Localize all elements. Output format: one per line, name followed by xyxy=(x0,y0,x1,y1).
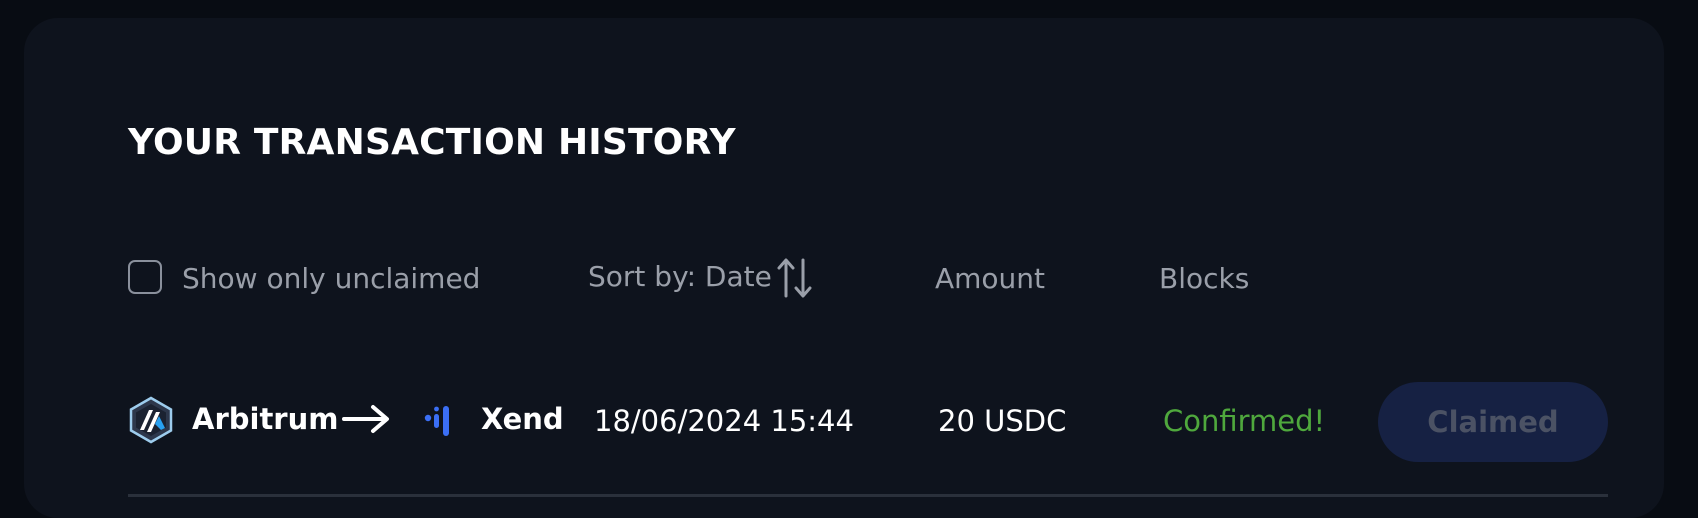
panel-title: YOUR TRANSACTION HISTORY xyxy=(128,122,736,163)
sort-by-label[interactable]: Sort by: Date xyxy=(588,260,772,293)
transaction-history-panel: YOUR TRANSACTION HISTORY Show only uncla… xyxy=(24,18,1664,518)
transaction-row: Arbitrum Xend 18/06/2024 15:44 20 USDC C… xyxy=(128,378,1608,468)
claimed-button[interactable]: Claimed xyxy=(1378,382,1608,462)
transaction-amount: 20 USDC xyxy=(938,404,1067,438)
status-badge: Confirmed! xyxy=(1163,404,1326,438)
show-only-unclaimed-checkbox[interactable] xyxy=(128,260,162,294)
right-arrow-icon xyxy=(342,405,389,433)
blocks-column-header: Blocks xyxy=(1159,262,1250,295)
transaction-date: 18/06/2024 15:44 xyxy=(594,404,854,438)
amount-column-header: Amount xyxy=(935,262,1046,295)
from-chain-name: Arbitrum xyxy=(192,402,339,436)
to-chain-name: Xend xyxy=(481,402,564,436)
sort-arrows-icon[interactable] xyxy=(776,256,818,300)
xend-logo-icon xyxy=(424,406,449,436)
row-divider xyxy=(128,494,1608,497)
filter-bar: Show only unclaimed Sort by: Date Amount… xyxy=(128,258,1608,300)
show-only-unclaimed-label[interactable]: Show only unclaimed xyxy=(182,262,480,295)
arbitrum-logo-icon xyxy=(129,396,173,444)
